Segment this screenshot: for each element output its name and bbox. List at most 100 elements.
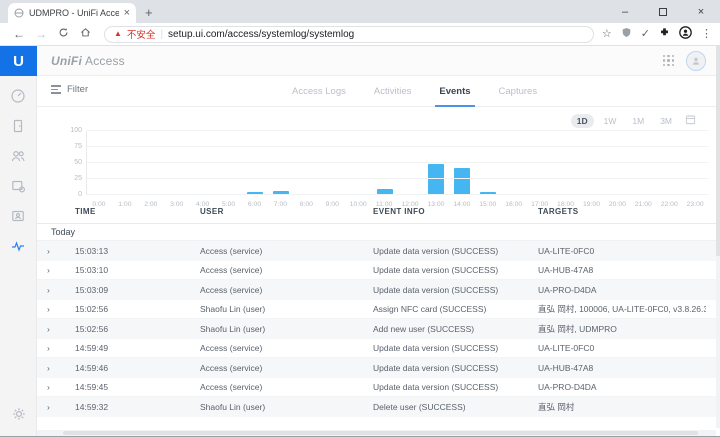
new-tab-button[interactable]: + (145, 5, 153, 20)
table-row[interactable]: › 15:02:56 Shaofu Lin (user) Assign NFC car… (37, 300, 720, 319)
range-1m-button[interactable]: 1M (626, 114, 650, 128)
tab-events[interactable]: Events (435, 76, 475, 107)
row-expand-chevron-icon[interactable]: › (45, 402, 75, 412)
bookmark-star-icon[interactable]: ☆ (602, 28, 612, 40)
chart-bar[interactable] (428, 163, 445, 195)
chart-gridline (87, 178, 708, 179)
row-expand-chevron-icon[interactable]: › (45, 304, 75, 314)
tab-activities[interactable]: Activities (374, 76, 411, 107)
browser-toolbar: ← → ▲ 不安全 | setup.ui.com/access/systemlo… (0, 23, 720, 46)
table-row[interactable]: › 14:59:45 Access (service) Update data ver… (37, 378, 720, 397)
row-expand-chevron-icon[interactable]: › (45, 324, 75, 334)
chart-bar-slot (398, 131, 424, 195)
cell-targets: UA-LITE-0FC0 (538, 245, 595, 256)
chart-bar-slot (501, 131, 527, 195)
door-access-icon[interactable] (10, 118, 26, 134)
cell-event: Assign NFC card (SUCCESS) (373, 303, 487, 314)
range-1d-button[interactable]: 1D (570, 114, 594, 128)
home-icon[interactable] (74, 27, 96, 41)
chart-y-tick-label: 75 (74, 143, 82, 150)
vertical-scrollbar[interactable] (716, 46, 720, 428)
filter-label: Filter (67, 84, 89, 95)
tab-access-logs[interactable]: Access Logs (292, 76, 346, 107)
row-expand-chevron-icon[interactable]: › (45, 246, 75, 256)
horizontal-scrollbar[interactable] (37, 430, 716, 436)
cell-user: Access (service) (200, 342, 263, 353)
row-expand-chevron-icon[interactable]: › (45, 363, 75, 373)
chart-bar[interactable] (454, 168, 471, 195)
chart-bar-slot (527, 131, 553, 195)
dashboard-icon[interactable] (10, 88, 26, 104)
unifi-access-app: U UniFi Access Filter Access Logs Activi… (0, 46, 720, 436)
bar-chart-plot: 0 25 50 75 100 (70, 127, 708, 198)
chart-bar-slot (682, 131, 708, 195)
security-warning-label[interactable]: 不安全 (127, 27, 156, 41)
cell-user: Access (service) (200, 381, 263, 392)
browser-tab[interactable]: UDMPRO - UniFi Access × (8, 3, 136, 23)
security-icon[interactable] (10, 178, 26, 194)
cell-targets: 直弘 岡村 (538, 401, 575, 412)
table-row[interactable]: › 15:03:09 Access (service) Update data ver… (37, 280, 720, 300)
table-row[interactable]: › 14:59:32 Shaofu Lin (user) Delete user (S… (37, 397, 720, 417)
reload-icon[interactable] (52, 27, 74, 41)
chart-bar-slot (294, 131, 320, 195)
system-log-icon[interactable] (10, 238, 26, 254)
table-row[interactable]: › 14:59:46 Access (service) Update data ver… (37, 358, 720, 378)
back-icon[interactable]: ← (8, 27, 30, 41)
table-row[interactable]: › 14:59:49 Access (service) Update data ver… (37, 339, 720, 358)
table-row[interactable]: › 15:03:10 Access (service) Update data ver… (37, 261, 720, 280)
chart-bar-slot (242, 131, 268, 195)
security-warning-icon[interactable]: ▲ (114, 30, 122, 38)
sidebar: U (0, 46, 37, 436)
browser-menu-icon[interactable]: ⋮ (701, 28, 712, 40)
cell-time: 15:03:10 (75, 264, 109, 275)
calendar-icon[interactable] (685, 112, 696, 130)
window-maximize-button[interactable] (644, 0, 682, 23)
row-expand-chevron-icon[interactable]: › (45, 382, 75, 392)
extension-puzzle-icon[interactable] (659, 27, 670, 41)
table-group-header: Today (37, 224, 720, 241)
cell-targets: 直弘 岡村, UDMPRO (538, 323, 617, 334)
browser-window: UDMPRO - UniFi Access × + – × ← → ▲ 不安全 … (0, 0, 720, 437)
cell-targets: UA-LITE-0FC0 (538, 342, 595, 353)
row-expand-chevron-icon[interactable]: › (45, 285, 75, 295)
toolbar-right-icons: ☆ ✓ ⋮ (602, 26, 712, 42)
cell-event: Update data version (SUCCESS) (373, 284, 499, 295)
ubiquiti-logo[interactable]: U (0, 46, 37, 76)
check-extension-icon[interactable]: ✓ (641, 28, 650, 40)
user-avatar[interactable] (686, 50, 706, 71)
chart-bar-slot (165, 131, 191, 195)
chart-bar-slot (268, 131, 294, 195)
row-expand-chevron-icon[interactable]: › (45, 343, 75, 353)
users-icon[interactable] (10, 148, 26, 164)
range-1w-button[interactable]: 1W (598, 114, 623, 128)
table-row[interactable]: › 15:02:56 Shaofu Lin (user) Add new user (… (37, 319, 720, 339)
visitor-card-icon[interactable] (10, 208, 26, 224)
address-bar[interactable]: ▲ 不安全 | setup.ui.com/access/systemlog/sy… (104, 25, 594, 43)
settings-gear-icon[interactable] (11, 406, 27, 422)
omnibox-separator: | (160, 28, 164, 40)
row-expand-chevron-icon[interactable]: › (45, 265, 75, 275)
app-grid-icon[interactable] (663, 55, 674, 66)
cell-user: Shaofu Lin (user) (200, 401, 266, 412)
filter-button[interactable]: Filter (51, 84, 88, 95)
window-minimize-button[interactable]: – (606, 0, 644, 23)
chart-bar-slot (630, 131, 656, 195)
cell-event: Update data version (SUCCESS) (373, 264, 499, 275)
range-3m-button[interactable]: 3M (654, 114, 678, 128)
tab-captures[interactable]: Captures (499, 76, 538, 107)
url-text[interactable]: setup.ui.com/access/systemlog/systemlog (168, 29, 354, 40)
table-row[interactable]: › 15:03:13 Access (service) Update data ver… (37, 241, 720, 261)
cell-time: 15:02:56 (75, 303, 109, 314)
window-close-button[interactable]: × (682, 0, 720, 23)
shield-extension-icon[interactable] (621, 27, 632, 41)
chart-bar-slot (346, 131, 372, 195)
forward-icon[interactable]: → (30, 27, 52, 41)
chart-bar-slot (372, 131, 398, 195)
subnav: Filter Access Logs Activities Events Captur… (37, 76, 720, 107)
tab-close-icon[interactable]: × (124, 7, 130, 19)
chart-bar-slot (320, 131, 346, 195)
cell-event: Delete user (SUCCESS) (373, 401, 466, 412)
tab-title: UDMPRO - UniFi Access (29, 8, 119, 18)
profile-avatar-icon[interactable] (679, 26, 692, 42)
